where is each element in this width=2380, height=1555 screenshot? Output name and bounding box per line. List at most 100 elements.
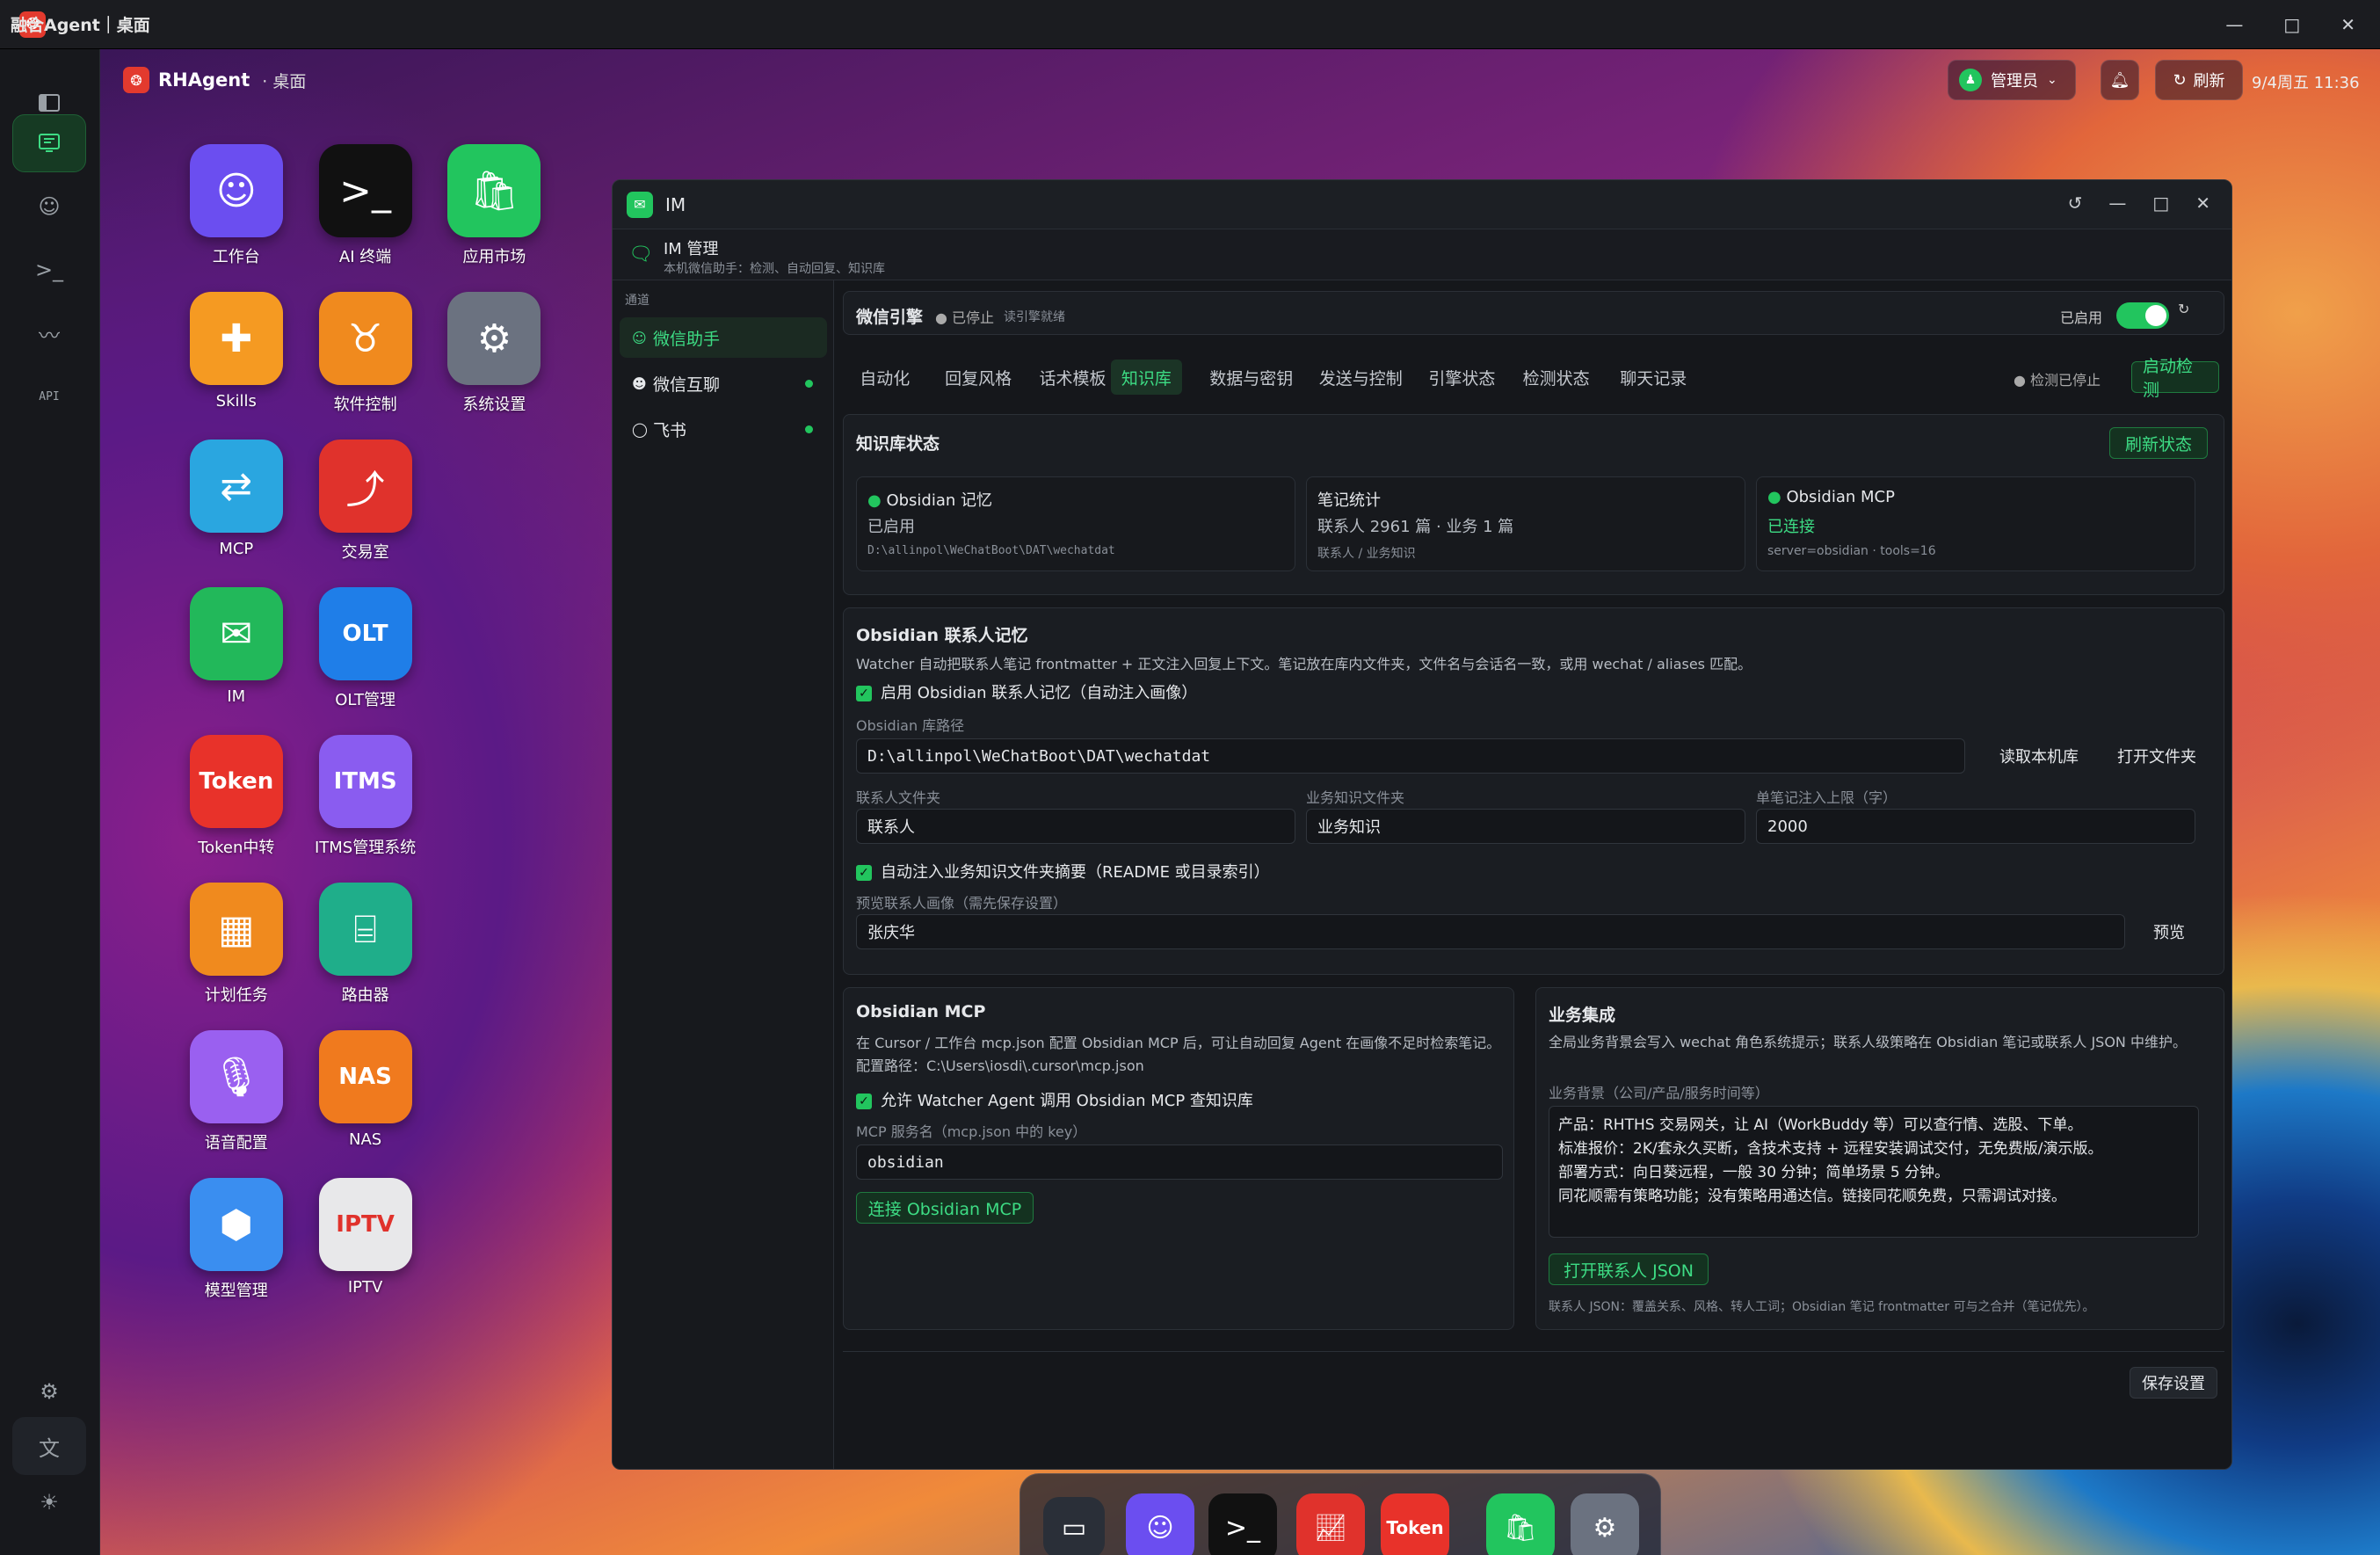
allow-mcp-checkbox[interactable]: ✓ 允许 Watcher Agent 调用 Obsidian MCP 查知识库 xyxy=(856,1088,1253,1111)
note-limit-input[interactable]: 2000 xyxy=(1756,809,2195,844)
desktop-icon-nas[interactable]: NAS NAS xyxy=(308,1030,423,1149)
preview-contact-input[interactable]: 张庆华 xyxy=(856,914,2125,949)
channel-caption: 通道 xyxy=(625,294,649,308)
kb-status-title: 知识库状态 xyxy=(856,434,940,454)
desktop-icon-calendar[interactable]: ▦ 计划任务 xyxy=(179,883,294,1006)
dock-market-icon[interactable]: 🛍︎ xyxy=(1486,1493,1555,1555)
engine-refresh-icon[interactable]: ↻ xyxy=(2178,301,2189,317)
user-menu-button[interactable]: ♟ 管理员 ⌄ xyxy=(1948,60,2076,100)
desktop-icon-label: 系统设置 xyxy=(462,396,526,414)
desktop-icon-shopping-bag[interactable]: 🛍︎ 应用市场 xyxy=(437,144,551,267)
minimize-icon[interactable]: — xyxy=(2225,14,2243,35)
connect-mcp-button[interactable]: 连接 Obsidian MCP xyxy=(856,1192,1034,1224)
channel-wechat-assistant[interactable]: ☺ 微信助手 xyxy=(620,317,827,358)
contact-memory-desc: Watcher 自动把联系人笔记 frontmatter + 正文注入回复上下文… xyxy=(856,656,1752,672)
engine-ready: 读引擎就绪 xyxy=(1004,310,1065,324)
app-title: 融合Agent｜桌面 xyxy=(11,16,150,35)
desktop-icon-gear[interactable]: ⚙ 系统设置 xyxy=(437,292,551,415)
preview-button[interactable]: 预览 xyxy=(2136,916,2202,948)
desktop: ❂ RHAgent · 桌面 ♟ 管理员 ⌄ 🔔︎ ↻ 刷新 9/4周五 11:3… xyxy=(100,49,2380,1555)
dock-robot-icon[interactable]: ☺ xyxy=(1126,1493,1194,1555)
bull-icon: ♉ xyxy=(318,292,412,385)
enable-memory-checkbox[interactable]: ✓ 启用 Obsidian 联系人记忆（自动注入画像） xyxy=(856,680,1197,703)
vault-path-input[interactable]: D:\allinpol\WeChatBoot\DAT\wechatdat xyxy=(856,738,1965,774)
datetime: 9/4周五 11:36 xyxy=(2252,74,2360,92)
tab-7[interactable]: 检测状态 xyxy=(1513,360,1600,395)
desktop-icon-mcp[interactable]: ⇄ MCP xyxy=(179,440,294,558)
refresh-status-button[interactable]: 刷新状态 xyxy=(2109,427,2208,459)
tab-3[interactable]: 知识库 xyxy=(1110,360,1182,395)
desktop-icon-robot[interactable]: ☺ 工作台 xyxy=(179,144,294,267)
chart-up-icon: ⤴ xyxy=(318,440,412,533)
maximize-icon[interactable]: □ xyxy=(2283,14,2300,35)
mcp-title: Obsidian MCP xyxy=(856,1002,986,1021)
api-nav-icon[interactable]: API xyxy=(12,367,86,425)
online-dot xyxy=(805,425,813,433)
mcp-name-input[interactable]: obsidian xyxy=(856,1144,1503,1180)
trend-nav-icon[interactable]: 〰 xyxy=(12,304,86,362)
dock-terminal-icon[interactable]: >_ xyxy=(1208,1493,1277,1555)
desktop-icon-iptv[interactable]: IPTV IPTV xyxy=(308,1178,423,1297)
channel-feishu[interactable]: ◯ 飞书 xyxy=(620,409,827,449)
open-contact-json-button[interactable]: 打开联系人 JSON xyxy=(1549,1253,1709,1285)
desktop-icon-token[interactable]: Token Token中转 xyxy=(179,735,294,858)
start-detect-button[interactable]: 启动检测 xyxy=(2131,357,2219,400)
kb-status-card: 知识库状态 刷新状态 ● Obsidian 记忆 已启用 D:\allinpol… xyxy=(843,414,2224,595)
desktop-icon-itms[interactable]: ITMS ITMS管理系统 xyxy=(308,735,423,858)
kb-stats-detail: 联系人 / 业务知识 xyxy=(1317,547,1416,561)
dock-desktop-icon[interactable]: ▭ xyxy=(1043,1497,1105,1555)
desktop-icon-router[interactable]: ⌸ 路由器 xyxy=(308,883,423,1006)
window-maximize-icon[interactable]: □ xyxy=(2152,193,2169,214)
terminal-nav-icon[interactable]: >_ xyxy=(12,241,86,299)
desktop-icon-chart-up[interactable]: ⤴ 交易室 xyxy=(308,440,423,563)
contact-folder-input[interactable]: 联系人 xyxy=(856,809,1295,844)
im-subdesc: 本机微信助手：检测、自动回复、知识库 xyxy=(664,262,885,276)
window-minimize-icon[interactable]: — xyxy=(2108,193,2126,214)
tab-2[interactable]: 话术模板 xyxy=(1028,360,1116,395)
tab-8[interactable]: 聊天记录 xyxy=(1609,360,1697,395)
translate-icon[interactable]: 文 xyxy=(12,1417,86,1475)
itms-icon: ITMS xyxy=(318,735,412,828)
tab-1[interactable]: 回复风格 xyxy=(934,360,1022,395)
desktop-icon-wechat[interactable]: ✉ IM xyxy=(179,587,294,706)
tab-0[interactable]: 自动化 xyxy=(849,360,920,395)
engine-toggle[interactable] xyxy=(2116,302,2169,329)
desktop-nav-icon[interactable] xyxy=(12,114,86,172)
microphone-icon: 🎙︎ xyxy=(189,1030,283,1123)
iptv-icon: IPTV xyxy=(318,1178,412,1271)
desktop-icon-puzzle[interactable]: ✚ Skills xyxy=(179,292,294,411)
theme-sun-icon[interactable]: ☀ xyxy=(12,1473,86,1531)
bell-icon[interactable]: 🔔︎ xyxy=(2101,60,2139,100)
preview-label: 预览联系人画像（需先保存设置） xyxy=(856,895,1068,912)
checkbox-checked-icon: ✓ xyxy=(856,1094,872,1109)
tab-5[interactable]: 发送与控制 xyxy=(1309,360,1413,395)
biz-bg-textarea[interactable]: 产品：RHTHS 交易网关，让 AI（WorkBuddy 等）可以查行情、选股、… xyxy=(1549,1106,2199,1238)
tab-6[interactable]: 引擎状态 xyxy=(1418,360,1506,395)
desktop-icon-terminal[interactable]: >_ AI 终端 xyxy=(308,144,423,267)
history-icon[interactable]: ↺ xyxy=(2068,193,2083,214)
desktop-icon-cube[interactable]: ⬢ 模型管理 xyxy=(179,1178,294,1301)
window-close-icon[interactable]: ✕ xyxy=(2195,193,2210,214)
desktop-icon-microphone[interactable]: 🎙︎ 语音配置 xyxy=(179,1030,294,1153)
channel-wechat-chat[interactable]: ☻ 微信互聊 xyxy=(620,363,827,403)
refresh-button[interactable]: ↻ 刷新 xyxy=(2155,60,2243,100)
close-icon[interactable]: ✕ xyxy=(2340,14,2355,35)
desktop-icon-olt[interactable]: OLT OLT管理 xyxy=(308,587,423,710)
robot-nav-icon[interactable]: ☺ xyxy=(12,178,86,236)
open-folder-button[interactable]: 打开文件夹 xyxy=(2104,740,2209,772)
settings-nav-icon[interactable]: ⚙ xyxy=(12,1362,86,1421)
contact-folder-label: 联系人文件夹 xyxy=(856,789,941,806)
dock-settings-icon[interactable]: ⚙ xyxy=(1571,1493,1639,1555)
save-settings-button[interactable]: 保存设置 xyxy=(2130,1367,2217,1399)
auto-inject-checkbox[interactable]: ✓ 自动注入业务知识文件夹摘要（README 或目录索引） xyxy=(856,860,1270,883)
desktop-icon-label: 软件控制 xyxy=(333,396,397,414)
read-vault-button[interactable]: 读取本机库 xyxy=(1986,740,2092,772)
dock-trading-icon[interactable]: 📈︎ xyxy=(1296,1493,1365,1555)
dock-token-icon[interactable]: Token xyxy=(1381,1493,1449,1555)
desktop-icon-label: ITMS管理系统 xyxy=(314,839,417,857)
nas-icon: NAS xyxy=(318,1030,412,1123)
desktop-icon-bull[interactable]: ♉ 软件控制 xyxy=(308,292,423,415)
im-subheader: 🗨︎ IM 管理 本机微信助手：检测、自动回复、知识库 xyxy=(613,229,2231,280)
biz-folder-input[interactable]: 业务知识 xyxy=(1306,809,1745,844)
tab-4[interactable]: 数据与密钥 xyxy=(1199,360,1303,395)
